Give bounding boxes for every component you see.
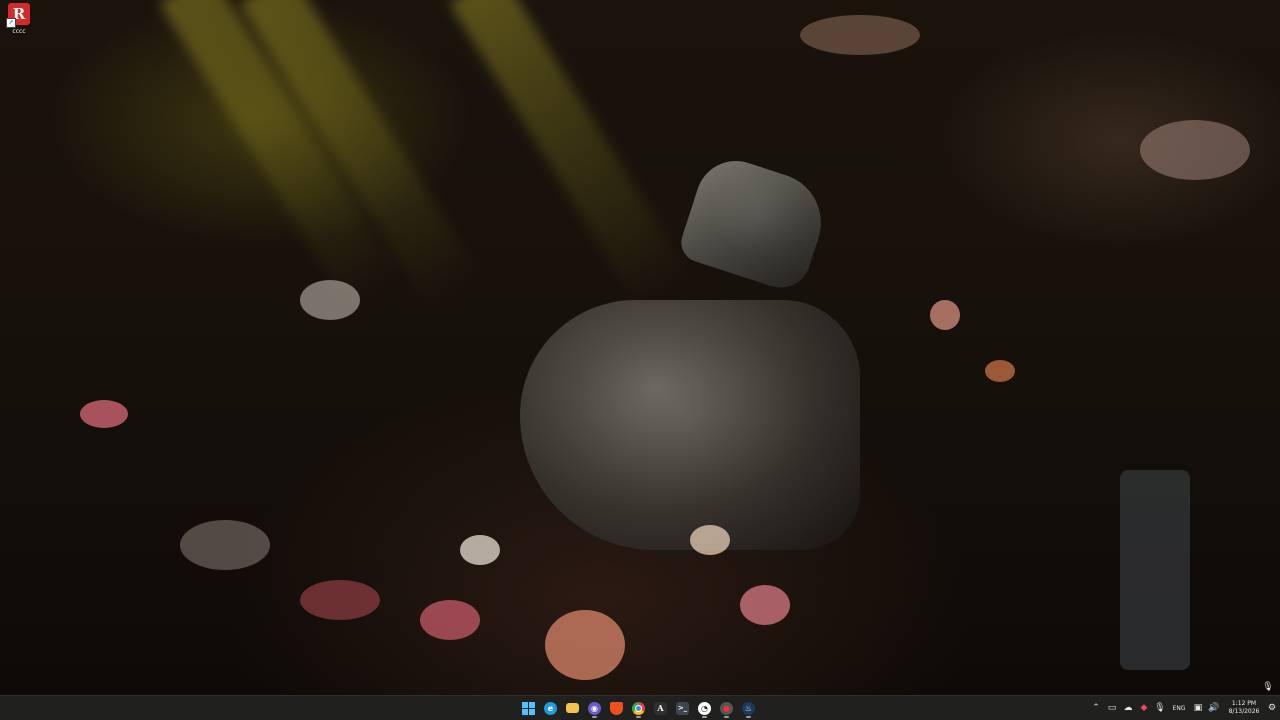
- chrome-icon: [632, 701, 645, 715]
- taskbar-app-chrome[interactable]: [629, 698, 648, 718]
- taskbar-apps: e ◉ A >_ ◔ ● ♨: [519, 696, 758, 720]
- mic-icon[interactable]: 🎙: [1262, 682, 1274, 696]
- desktop-wallpaper: [0, 0, 1280, 696]
- cloud-icon[interactable]: ☁: [1120, 698, 1136, 718]
- flower: [740, 585, 790, 625]
- clock-time: 1:12 PM: [1231, 700, 1257, 707]
- taskbar: e ◉ A >_ ◔ ● ♨ ⌃ ▭ ☁ ◆ 🎙 ENG ▣ 🔊 1:12 PM…: [0, 695, 1280, 720]
- terminal-icon: >_: [676, 701, 689, 715]
- taskbar-app-steam[interactable]: ♨: [739, 698, 758, 718]
- knight-helmet: [676, 150, 834, 296]
- windows-logo-icon: [522, 701, 535, 715]
- desktop-shortcut-cccc[interactable]: R ↗ cccc: [4, 3, 34, 39]
- flower: [545, 610, 625, 680]
- clock[interactable]: 1:12 PM 8/13/2026: [1224, 700, 1264, 716]
- taskbar-app-brave[interactable]: [607, 698, 626, 718]
- desktop-shortcut-label: cccc: [12, 28, 26, 35]
- start-button[interactable]: [519, 698, 538, 718]
- steam-icon: ♨: [742, 701, 755, 715]
- clock-date: 8/13/2026: [1228, 708, 1260, 715]
- volume-icon[interactable]: 🔊: [1206, 698, 1222, 718]
- language-indicator[interactable]: ENG: [1168, 705, 1190, 712]
- brave-icon: [610, 701, 623, 715]
- red-dot-app-icon: ●: [720, 701, 733, 715]
- taskbar-app-file-explorer[interactable]: [563, 698, 582, 718]
- purple-app-icon: ◉: [588, 701, 601, 715]
- flower: [300, 580, 380, 620]
- edge-icon: e: [544, 701, 557, 715]
- mic-icon[interactable]: 🎙: [1152, 698, 1168, 718]
- system-tray: ⌃ ▭ ☁ ◆ 🎙 ENG ▣ 🔊 1:12 PM 8/13/2026 ⚙: [1088, 696, 1280, 720]
- chevron-up-icon[interactable]: ⌃: [1088, 698, 1104, 718]
- letter-a-app-icon: A: [654, 701, 667, 715]
- flower: [180, 520, 270, 570]
- battery-icon[interactable]: ▭: [1104, 698, 1120, 718]
- circle-app-icon: ◔: [698, 701, 711, 715]
- flower: [985, 360, 1015, 382]
- notification-icon[interactable]: ⚙: [1264, 698, 1280, 718]
- fence-post: [1120, 470, 1190, 670]
- knight-armor: [520, 300, 860, 550]
- flower: [80, 400, 128, 428]
- taskbar-app-a[interactable]: A: [651, 698, 670, 718]
- flower: [930, 300, 960, 330]
- folder-icon: [566, 703, 579, 713]
- flower: [800, 15, 920, 55]
- app-tray-icon[interactable]: ◆: [1136, 698, 1152, 718]
- taskbar-app-terminal[interactable]: >_: [673, 698, 692, 718]
- flower: [420, 600, 480, 640]
- flower: [690, 525, 730, 555]
- taskbar-app-purple[interactable]: ◉: [585, 698, 604, 718]
- light-beam: [449, 0, 691, 309]
- flower: [300, 280, 360, 320]
- network-icon[interactable]: ▣: [1190, 698, 1206, 718]
- flower: [1140, 120, 1250, 180]
- flower: [460, 535, 500, 565]
- taskbar-app-circle[interactable]: ◔: [695, 698, 714, 718]
- shortcut-arrow-icon: ↗: [6, 18, 16, 28]
- taskbar-app-edge[interactable]: e: [541, 698, 560, 718]
- red-r-app-icon: R ↗: [6, 3, 30, 28]
- taskbar-app-red-dot[interactable]: ●: [717, 698, 736, 718]
